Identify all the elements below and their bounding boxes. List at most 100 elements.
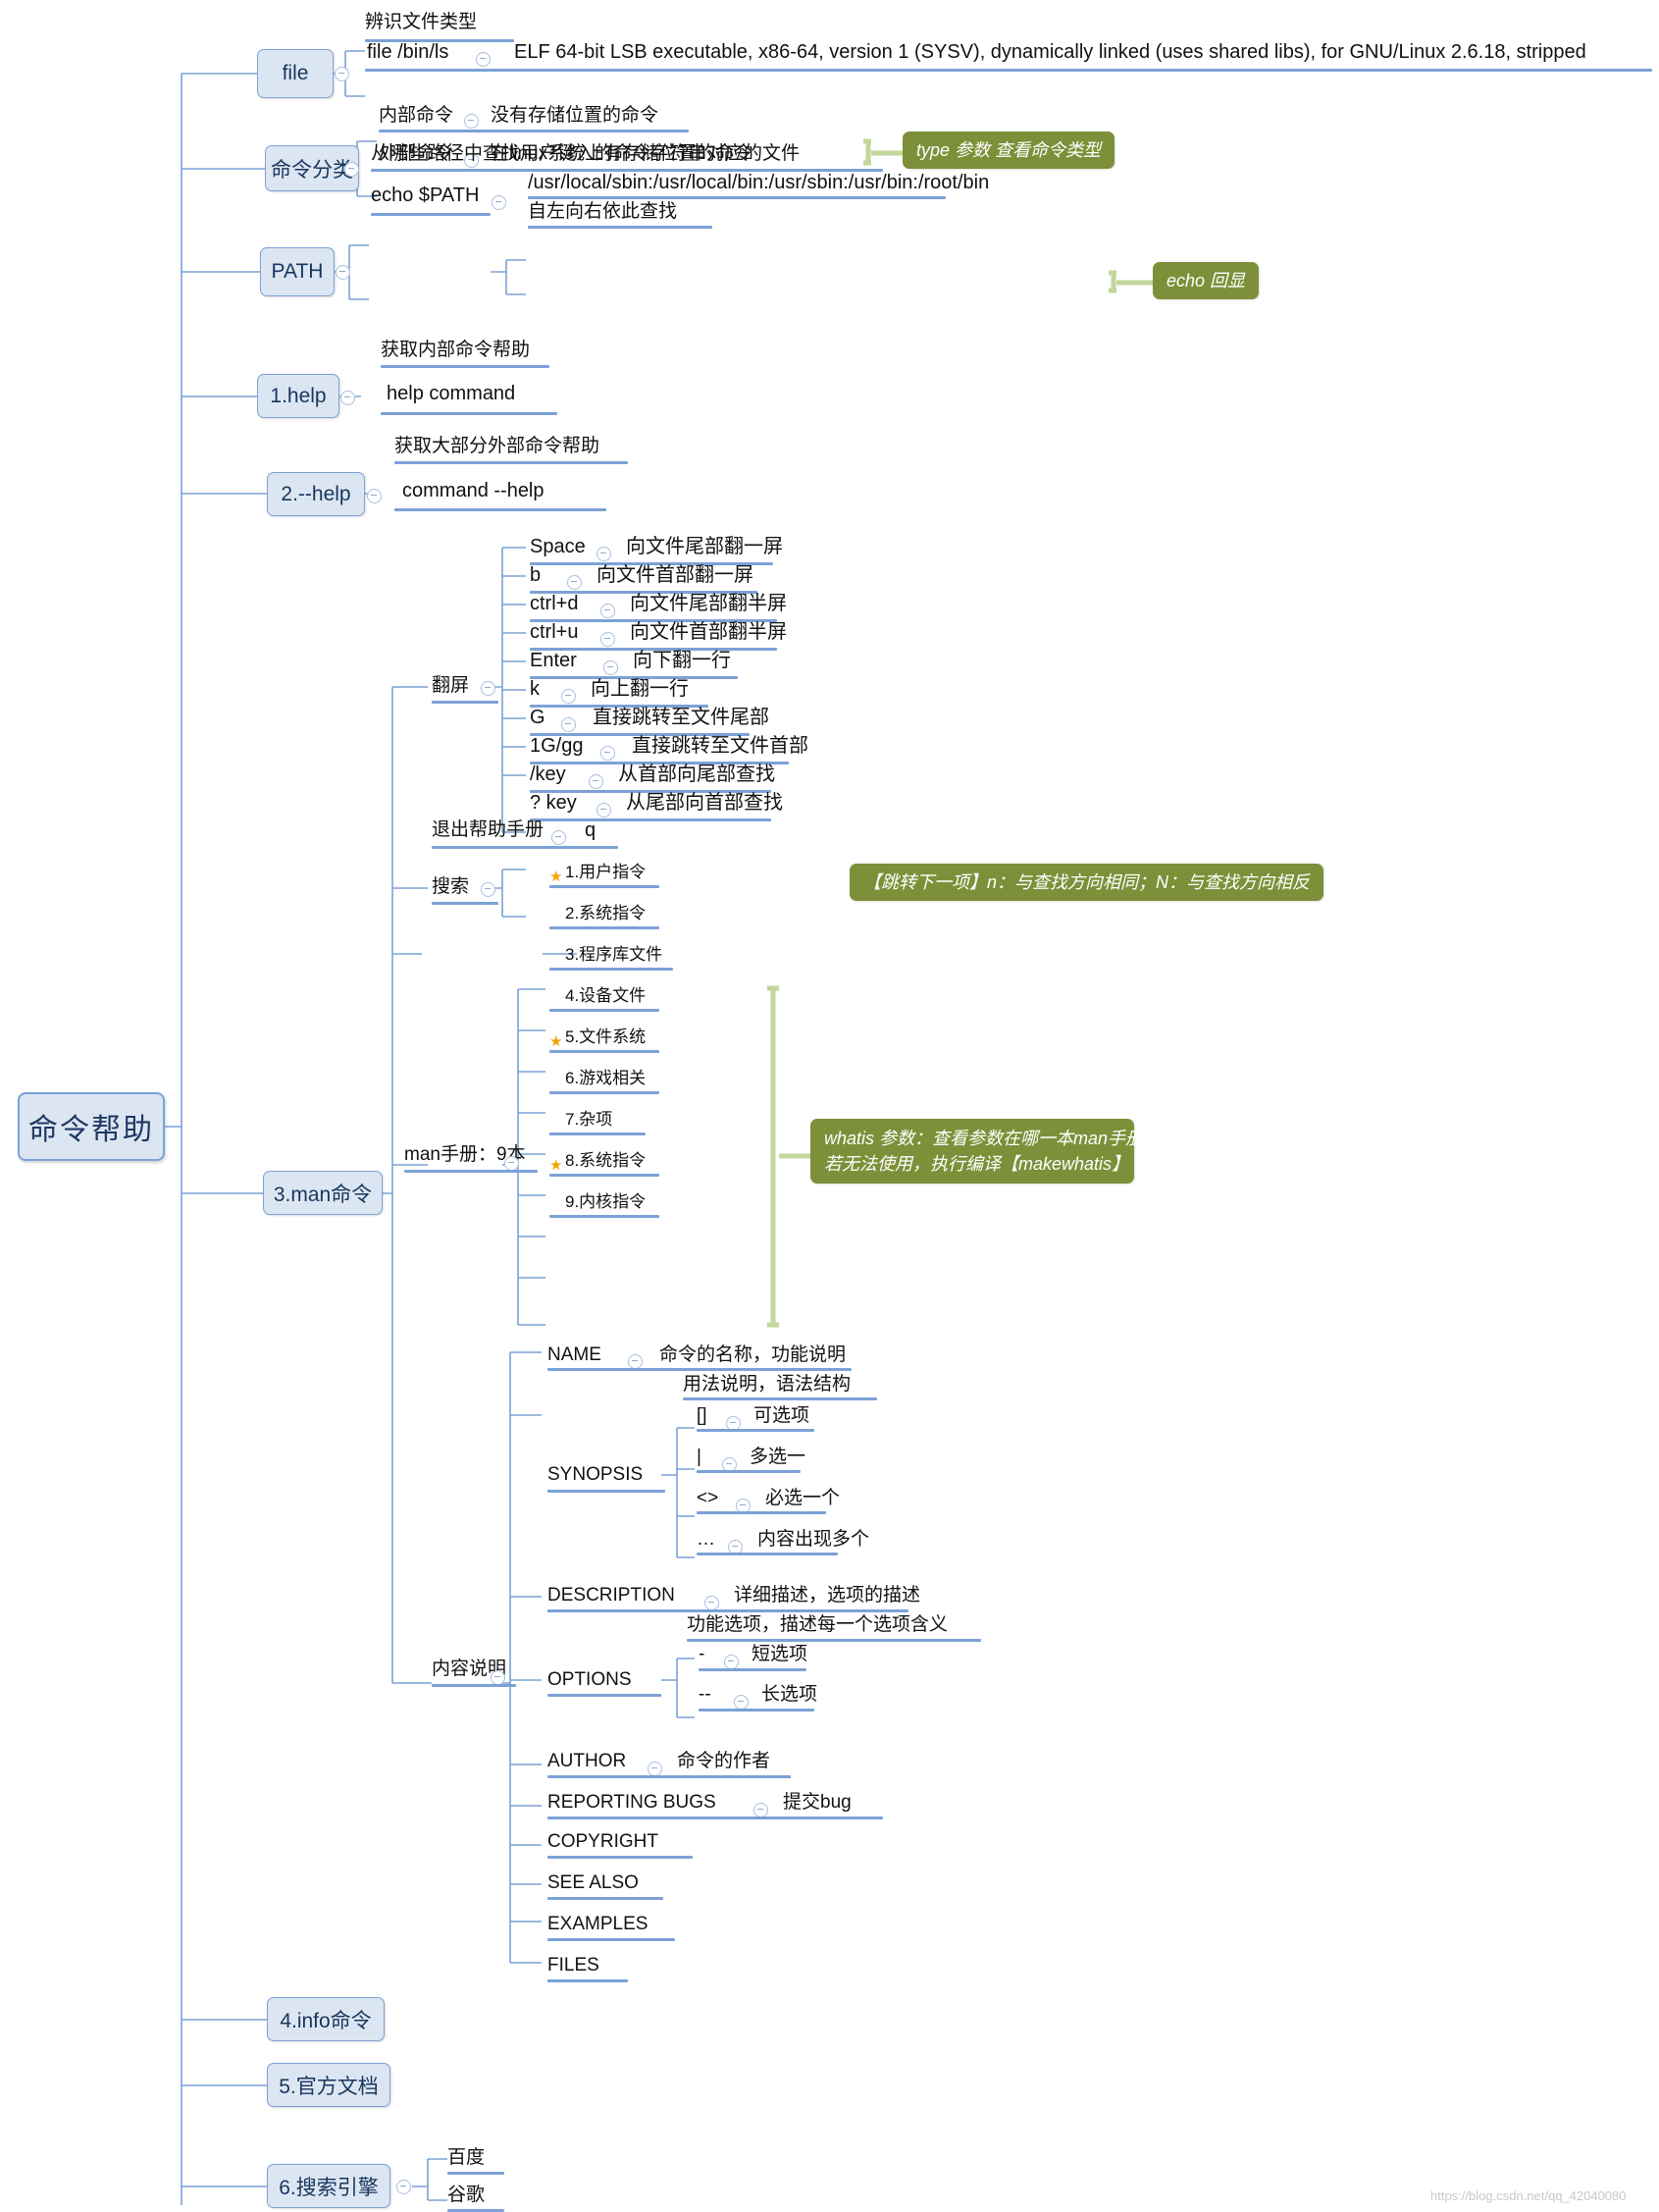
- manual-item4: 5.文件系统: [565, 1027, 647, 1046]
- search-item1-value: 从尾部向首部查找: [626, 792, 783, 814]
- path-child0-value: /usr/local/sbin:/usr/local/bin:/usr/sbin…: [528, 172, 990, 193]
- man-group-label-flip: 翻屏: [432, 675, 470, 696]
- content-item7-key: SEE ALSO: [547, 1872, 639, 1893]
- content-item5-value: 提交bug: [783, 1792, 852, 1813]
- manual-item5: 6.游戏相关: [565, 1069, 647, 1087]
- branch-node-path[interactable]: PATH: [260, 247, 335, 296]
- content-item3-underline: [547, 1694, 661, 1697]
- branch-node-help[interactable]: 1.help: [257, 374, 339, 418]
- syn2-underline: [697, 1511, 826, 1514]
- toggle-knob-flip-1[interactable]: [567, 575, 582, 590]
- flip-item2-key: ctrl+d: [530, 593, 579, 614]
- toggle-knob-search-1[interactable]: [596, 803, 611, 817]
- search-item0-value: 从首部向尾部查找: [618, 764, 775, 785]
- branch-label-search-engine: 6.搜索引擎: [279, 2176, 379, 2199]
- toggle-knob-content-4[interactable]: [648, 1762, 662, 1776]
- toggle-knob-search-engine[interactable]: [396, 2180, 411, 2194]
- callout-jump-text: 【跳转下一项】n：与查找方向相同；N：与查找方向相反: [863, 872, 1311, 892]
- manual-item3: 4.设备文件: [565, 986, 647, 1005]
- synopsis-sub3-key: …: [697, 1529, 715, 1550]
- toggle-knob-quit[interactable]: [551, 830, 566, 845]
- flip-item1-key: b: [530, 564, 542, 586]
- opt0-underline: [699, 1668, 806, 1671]
- toggle-knob-content[interactable]: [491, 1670, 505, 1685]
- toggle-knob-cmd-class-0[interactable]: [464, 114, 479, 129]
- content-item4-key: AUTHOR: [547, 1751, 627, 1771]
- branch-node-man[interactable]: 3.man命令: [263, 1171, 383, 1215]
- file-child-value: ELF 64-bit LSB executable, x86-64, versi…: [514, 41, 1586, 63]
- branch-label-path: PATH: [271, 260, 324, 283]
- toggle-knob-flip-4[interactable]: [603, 660, 618, 675]
- toggle-knob-path[interactable]: [336, 265, 350, 280]
- content-item1-value: 用法说明，语法结构: [683, 1374, 852, 1395]
- toggle-knob-help[interactable]: [340, 391, 355, 405]
- toggle-knob-flip-7[interactable]: [600, 746, 615, 761]
- root-node[interactable]: 命令帮助: [18, 1092, 165, 1161]
- dash-help-desc-underline: [394, 461, 628, 464]
- synopsis-sub1-key: |: [697, 1447, 701, 1467]
- toggle-knob-content-2[interactable]: [704, 1596, 719, 1610]
- man-group-content-underline: [432, 1684, 516, 1687]
- star-icon-manual-5: ★: [549, 1033, 563, 1050]
- search-engine-item0-underline: [447, 2172, 504, 2175]
- file-child-underline: [365, 69, 1652, 72]
- content-item3-value: 功能选项，描述每一个选项含义: [687, 1614, 949, 1635]
- synopsis-sub3-value: 内容出现多个: [757, 1529, 870, 1550]
- toggle-knob-search-0[interactable]: [589, 774, 603, 789]
- toggle-knob-flip-6[interactable]: [561, 717, 576, 732]
- syn0-underline: [697, 1429, 814, 1432]
- callout-type-text: type 参数 查看命令类型: [916, 140, 1102, 160]
- help-desc: 获取内部命令帮助: [381, 340, 531, 360]
- toggle-knob-opt-1[interactable]: [734, 1695, 749, 1710]
- toggle-knob-flip-0[interactable]: [596, 547, 611, 561]
- branch-node-file[interactable]: file: [257, 49, 334, 98]
- connector-lines: [165, 50, 1153, 2205]
- flip-item1-value: 向文件首部翻一屏: [596, 564, 753, 586]
- toggle-knob-file-child[interactable]: [476, 52, 491, 67]
- manual-item1-underline: [549, 926, 659, 929]
- toggle-knob-file[interactable]: [335, 67, 349, 81]
- mindmap-canvas: 命令帮助 file 辨识文件类型 file /bin/ls ELF 64-bit…: [0, 0, 1659, 2212]
- man-group-quit-underline: [432, 846, 618, 849]
- search-engine-item1: 谷歌: [447, 2185, 486, 2205]
- branch-label-info: 4.info命令: [280, 2009, 372, 2032]
- flip-item6-key: G: [530, 707, 545, 728]
- dash-help-child-underline: [394, 508, 606, 511]
- synopsis-sub2-key: <>: [697, 1488, 719, 1508]
- toggle-knob-content-5[interactable]: [753, 1803, 768, 1817]
- toggle-knob-content-0[interactable]: [628, 1354, 643, 1369]
- toggle-knob-flip[interactable]: [481, 681, 495, 696]
- content-item4-underline: [547, 1775, 791, 1778]
- toggle-knob-manual[interactable]: [504, 1156, 519, 1171]
- content-item6-key: COPYRIGHT: [547, 1831, 658, 1852]
- man-group-search-underline: [432, 902, 498, 905]
- manual-item6: 7.杂项: [565, 1110, 613, 1129]
- branch-label-cmd-class: 命令分类: [271, 158, 353, 182]
- man-group-flip-underline: [432, 701, 498, 704]
- toggle-knob-flip-3[interactable]: [600, 632, 615, 647]
- manual-item8: 9.内核指令: [565, 1192, 647, 1211]
- toggle-knob-dash-help[interactable]: [367, 489, 382, 503]
- flip-item0-key: Space: [530, 536, 586, 557]
- toggle-knob-path-child[interactable]: [492, 195, 506, 210]
- content-item2-underline: [547, 1609, 908, 1612]
- opt1-underline: [699, 1709, 814, 1712]
- toggle-knob-opt-0[interactable]: [724, 1655, 739, 1669]
- branch-node-search-engine[interactable]: 6.搜索引擎: [267, 2164, 390, 2208]
- manual-item5-underline: [549, 1091, 659, 1094]
- flip-item5-key: k: [530, 678, 540, 700]
- content-item3-desc-underline: [687, 1639, 981, 1642]
- toggle-knob-cmd-class[interactable]: [344, 162, 359, 177]
- branch-node-dash-help[interactable]: 2.--help: [267, 472, 365, 516]
- toggle-knob-flip-2[interactable]: [600, 604, 615, 618]
- quit-item0-key: q: [585, 819, 596, 841]
- content-item1-underline: [547, 1490, 665, 1493]
- manual-item1: 2.系统指令: [565, 904, 647, 922]
- branch-node-info[interactable]: 4.info命令: [267, 1997, 385, 2041]
- branch-node-official[interactable]: 5.官方文档: [267, 2063, 390, 2107]
- file-child-key: file /bin/ls: [367, 41, 449, 63]
- path-desc: 从哪些路径中查找用户键入的命令字符串对应的文件: [371, 143, 801, 164]
- toggle-knob-search[interactable]: [481, 882, 495, 897]
- manual-item7: 8.系统指令: [565, 1151, 647, 1170]
- toggle-knob-flip-5[interactable]: [561, 689, 576, 704]
